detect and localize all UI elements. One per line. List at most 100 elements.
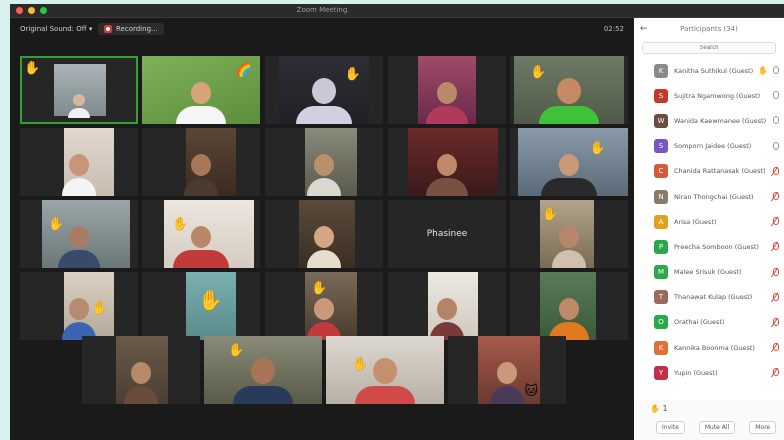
video-tile[interactable]: ✋ [265, 56, 383, 124]
avatar: W [654, 113, 668, 128]
more-button[interactable]: More [749, 421, 777, 434]
participant-status [772, 292, 779, 302]
video-tile[interactable] [20, 128, 138, 196]
participant-item[interactable]: O Orathai (Guest) [634, 310, 784, 335]
participant-name: Malee Srisuk (Guest) [674, 268, 742, 277]
video-tile[interactable]: ✋ [204, 336, 322, 404]
participants-footer: ✋ 1 Invite Mute All More [634, 400, 784, 440]
recording-indicator[interactable]: Recording... [98, 23, 164, 35]
avatar: P [654, 239, 668, 254]
mic-icon[interactable] [772, 141, 779, 151]
participant-item[interactable]: Y Yupin (Guest) [634, 360, 784, 385]
participants-search-input[interactable] [642, 42, 776, 54]
meeting-window: Zoom Meeting Original Sound: Off ▾ Recor… [10, 4, 784, 440]
avatar: M [654, 265, 668, 280]
participants-list: K Kanitha Suthikul (Guest) ✋ S Sujitra Ngamw… [634, 58, 784, 385]
raised-hand-icon: ✋ [758, 66, 768, 76]
video-tile[interactable]: ✋ [510, 56, 628, 124]
raised-hands-summary: ✋ 1 [650, 404, 668, 413]
participant-item[interactable]: W Wanida Kaewmanee (Guest) [634, 108, 784, 133]
invite-button[interactable]: Invite [656, 421, 685, 434]
original-sound-dropdown[interactable]: Original Sound: Off ▾ [20, 25, 92, 33]
participant-name: Chanida Rattanasak (Guest) [674, 167, 766, 176]
participant-name: Orathai (Guest) [674, 318, 725, 327]
participant-item[interactable]: K Kanitha Suthikul (Guest) ✋ [634, 58, 784, 83]
avatar: Y [654, 365, 668, 380]
video-tile[interactable]: ✋ [142, 272, 260, 340]
participant-item[interactable]: S Sujitra Ngamwong (Guest) [634, 83, 784, 108]
mic-muted-icon[interactable] [772, 368, 779, 377]
avatar: K [654, 63, 668, 78]
video-tile[interactable]: ✋ [510, 128, 628, 196]
video-tile[interactable]: ✋ [265, 272, 383, 340]
mic-muted-icon[interactable] [772, 343, 779, 352]
video-tile[interactable]: ✋ [510, 200, 628, 268]
mic-muted-icon[interactable] [772, 317, 779, 327]
participant-item[interactable]: K Kannika Boonma (Guest) [634, 335, 784, 360]
avatar: A [654, 214, 668, 229]
video-tile[interactable] [388, 272, 506, 340]
participants-panel: ← Participants (34) K Kanitha Suthikul (G… [634, 18, 784, 440]
video-tile[interactable]: 🐱 [448, 336, 566, 404]
avatar: C [654, 164, 668, 179]
video-tile[interactable]: ✋ [20, 56, 138, 124]
participants-header: ← Participants (34) [634, 18, 784, 40]
participant-name: Wanida Kaewmanee (Guest) [674, 116, 767, 125]
raised-hand-icon: ✋ [352, 357, 369, 372]
video-tile[interactable] [388, 128, 506, 196]
mic-icon[interactable] [772, 66, 779, 75]
raised-hand-icon: ✋ [542, 207, 559, 222]
meeting-toolbar: Original Sound: Off ▾ Recording... 02:52 [10, 18, 634, 44]
participant-name: Kannika Boonma (Guest) [674, 343, 755, 352]
mic-muted-icon[interactable] [772, 292, 779, 302]
mic-muted-icon[interactable] [772, 166, 779, 176]
participant-item[interactable]: C Chanida Rattanasak (Guest) [634, 159, 784, 184]
avatar: K [654, 340, 668, 355]
video-tile[interactable] [265, 128, 383, 196]
mic-icon[interactable] [772, 91, 779, 100]
participant-name: Arisa (Guest) [674, 217, 717, 226]
participant-item[interactable]: S Somporn Jaidee (Guest) [634, 134, 784, 159]
raised-hand-icon: ✋ [311, 281, 328, 296]
participant-name-label: Phasinee [426, 229, 468, 239]
participant-status: ✋ [758, 66, 779, 76]
video-tile[interactable]: ✋ [20, 200, 138, 268]
participant-status [772, 116, 779, 125]
participant-name: Yupin (Guest) [674, 368, 718, 377]
raised-hand-icon: ✋ [650, 404, 660, 413]
participant-item[interactable]: N Niran Thongchai (Guest) [634, 184, 784, 209]
video-tile[interactable] [142, 128, 260, 196]
participant-status [772, 166, 779, 176]
mic-muted-icon[interactable] [772, 242, 779, 251]
mic-muted-icon[interactable] [772, 267, 779, 277]
video-grid: Original Sound: Off ▾ Recording... 02:52… [10, 4, 634, 440]
mute-all-button[interactable]: Mute All [698, 421, 736, 434]
video-tile[interactable]: ✋ [20, 272, 138, 340]
participants-title: Participants (34) [680, 25, 738, 33]
video-tile[interactable] [510, 272, 628, 340]
chevron-down-icon: ▾ [88, 25, 93, 33]
video-tile[interactable] [265, 200, 383, 268]
video-tile[interactable] [388, 56, 506, 124]
participant-status [772, 368, 779, 377]
participant-item[interactable]: T Thanawat Kulap (Guest) [634, 285, 784, 310]
mic-muted-icon[interactable] [772, 217, 779, 226]
avatar: T [654, 290, 668, 305]
raised-hand-icon: ✋ [91, 301, 108, 316]
video-tile[interactable] [82, 336, 200, 404]
chevron-left-icon[interactable]: ← [640, 24, 648, 34]
mic-muted-icon[interactable] [772, 192, 779, 201]
participant-item[interactable]: A Arisa (Guest) [634, 209, 784, 234]
participant-item[interactable]: P Preecha Somboon (Guest) [634, 234, 784, 259]
video-tile[interactable]: 🌈 [142, 56, 260, 124]
avatar: N [654, 189, 668, 204]
video-tile[interactable]: ✋ [142, 200, 260, 268]
video-tile[interactable]: ✋ [326, 336, 444, 404]
participant-name: Preecha Somboon (Guest) [674, 242, 759, 251]
participant-item[interactable]: M Malee Srisuk (Guest) [634, 260, 784, 285]
participant-status [772, 91, 779, 100]
mic-icon[interactable] [772, 116, 779, 125]
participant-name: Somporn Jaidee (Guest) [674, 142, 752, 151]
video-tile[interactable]: Phasinee [388, 200, 506, 268]
avatar: O [654, 315, 668, 330]
